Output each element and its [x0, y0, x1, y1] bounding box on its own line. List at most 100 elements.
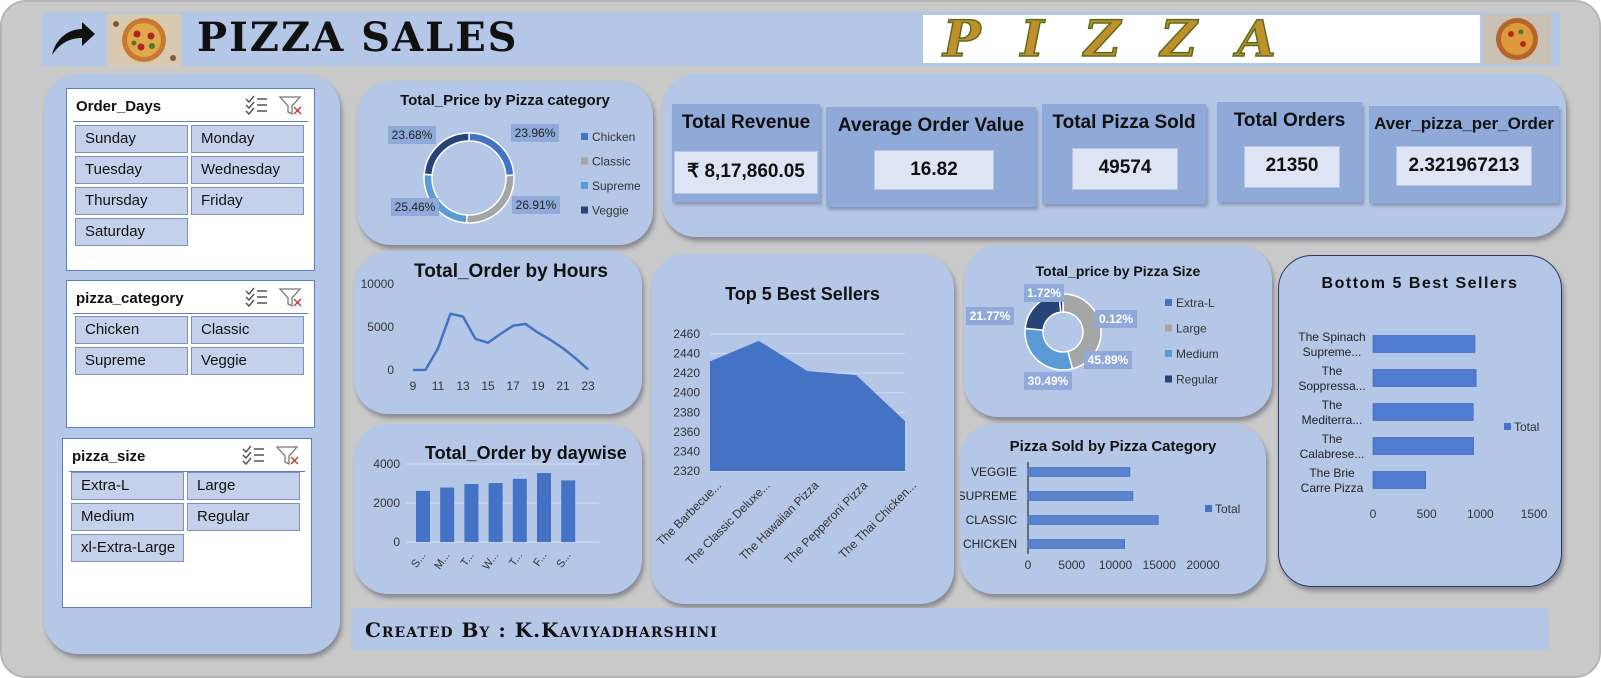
legend-entry: Large [1176, 322, 1207, 336]
y-tick-label: VEGGIE [971, 465, 1017, 479]
data-label: 23.68% [392, 128, 433, 142]
chart-card-price-by-category: Total_Price by Pizza category 23.96% 26.9… [357, 81, 653, 245]
chart-card-order-by-hours: Total_Order by Hours 0 5000 10000 9 11 13 15 17… [354, 251, 642, 414]
y-tick-label: Mediterra... [1302, 413, 1363, 427]
slicer-item-xl-extra-large[interactable]: xl-Extra-Large [71, 534, 184, 562]
pie-slice [468, 132, 515, 177]
x-tick-label: 23 [581, 379, 595, 393]
chart-card-top5: Top 5 Best Sellers 2320 2340 2360 2380 2400 2… [651, 254, 954, 604]
x-tick-label: S... [409, 550, 428, 570]
clear-filter-icon[interactable] [278, 288, 302, 308]
y-tick-label: 2320 [673, 464, 700, 478]
pie-slice [1024, 327, 1074, 371]
kpi-value: 49574 [1072, 148, 1178, 190]
kpi-label: Average Order Value [837, 115, 1025, 136]
bar [1372, 369, 1477, 387]
chart-top5: 23202340236023802400242024402460The Barb… [654, 327, 919, 568]
slicer-item-friday[interactable]: Friday [191, 187, 304, 215]
kpi-total-orders: Total Orders 21350 [1217, 102, 1362, 202]
slicer-order-days: Order_Days Sunday Monday Tuesday Wednesd… [66, 88, 315, 271]
legend-entry: Classic [592, 155, 631, 169]
x-tick-label: S... [554, 550, 573, 570]
kpi-label: Total Orders [1233, 110, 1346, 131]
x-tick-label: 9 [410, 379, 417, 393]
data-label: 45.89% [1088, 353, 1129, 367]
y-tick-label: 2380 [673, 405, 700, 419]
data-label: 23.96% [515, 126, 556, 140]
y-tick-label: CHICKEN [963, 537, 1017, 551]
slicer-item-chicken[interactable]: Chicken [75, 316, 188, 344]
multi-select-icon[interactable] [245, 287, 267, 308]
slicer-controls [242, 445, 299, 466]
pizza-slice-photo-icon [1483, 14, 1551, 64]
chart-card-price-by-size: Total_price by Pizza Size 0.12% 45.89% 30.… [964, 245, 1272, 417]
footer-bar: Created By : K.Kaviyadharshini [351, 608, 1549, 650]
slicer-item-medium[interactable]: Medium [71, 503, 184, 531]
legend-swatch [1165, 324, 1172, 332]
chart-card-order-by-daywise: Total_Order by daywise 0 2000 4000 S... M...… [354, 424, 642, 594]
x-tick-label: 5000 [1058, 558, 1085, 572]
x-tick-label: F... [531, 550, 549, 569]
slicer-item-tuesday[interactable]: Tuesday [75, 156, 188, 184]
slicer-item-wednesday[interactable]: Wednesday [191, 156, 304, 184]
slicer-item-regular[interactable]: Regular [187, 503, 300, 531]
bar [1027, 515, 1159, 525]
slicer-item-classic[interactable]: Classic [191, 316, 304, 344]
kpi-value: 2.321967213 [1396, 146, 1532, 186]
slicer-item-extra-l[interactable]: Extra-L [71, 472, 184, 500]
kpi-value: 21350 [1244, 146, 1340, 188]
x-tick-label: 15000 [1143, 558, 1177, 572]
slicer-item-thursday[interactable]: Thursday [75, 187, 188, 215]
clear-filter-icon[interactable] [278, 96, 302, 116]
slicer-title: pizza_category [76, 290, 184, 307]
bar [488, 483, 503, 542]
x-tick-label: 13 [456, 379, 470, 393]
data-label: 26.91% [516, 198, 557, 212]
x-tick-label: The Pepperoni Pizza [782, 478, 871, 567]
y-tick-label: 2340 [673, 444, 700, 458]
legend-entry: Medium [1176, 347, 1219, 361]
page-title: PIZZA SALES [197, 14, 519, 61]
bar [440, 487, 455, 542]
back-arrow-icon[interactable] [48, 19, 98, 59]
chart-price-by-size: 0.12% 45.89% 30.49% 21.77% 1.72% Extra-L Large… [966, 284, 1219, 390]
legend-entry: Total [1514, 420, 1539, 434]
data-label: 1.72% [1027, 286, 1061, 300]
slicer-item-veggie[interactable]: Veggie [191, 347, 304, 375]
y-tick-label: SUPREME [960, 489, 1017, 503]
slicer-controls [245, 287, 302, 308]
multi-select-icon[interactable] [245, 95, 267, 116]
x-tick-label: 19 [531, 379, 545, 393]
bar [464, 484, 479, 542]
slicer-item-saturday[interactable]: Saturday [75, 218, 188, 246]
y-tick-label: Carre Pizza [1301, 481, 1364, 495]
bar [1372, 437, 1474, 455]
slicer-item-large[interactable]: Large [187, 472, 300, 500]
bar [1027, 539, 1125, 549]
legend-entry: Supreme [592, 179, 641, 193]
data-label: 30.49% [1028, 374, 1069, 388]
data-label: 25.46% [395, 200, 436, 214]
slicer-item-monday[interactable]: Monday [191, 125, 304, 153]
y-tick-label: 10000 [361, 277, 395, 291]
y-tick-label: CLASSIC [966, 513, 1018, 527]
slicer-pizza-size: pizza_size Extra-L Large Medium Regular … [62, 438, 312, 608]
legend-swatch [581, 133, 588, 140]
x-tick-label: T... [507, 550, 525, 569]
x-tick-label: 500 [1417, 507, 1437, 521]
multi-select-icon[interactable] [242, 445, 264, 466]
legend-swatch [581, 206, 588, 214]
y-tick-label: 2400 [673, 386, 700, 400]
legend-swatch [581, 182, 588, 189]
x-tick-label: The Classic Deluxe... [683, 478, 773, 568]
slicer-item-supreme[interactable]: Supreme [75, 347, 188, 375]
clear-filter-icon[interactable] [275, 446, 299, 466]
kpi-label: Total Pizza Sold [1052, 112, 1196, 133]
y-tick-label: The Spinach [1298, 330, 1365, 344]
bar [1372, 471, 1426, 489]
x-tick-label: W... [480, 550, 501, 572]
y-tick-label: The [1322, 398, 1343, 412]
slicer-item-sunday[interactable]: Sunday [75, 125, 188, 153]
kpi-total-pizza-sold: Total Pizza Sold 49574 [1042, 104, 1206, 204]
y-tick-label: Calabrese... [1300, 447, 1365, 461]
